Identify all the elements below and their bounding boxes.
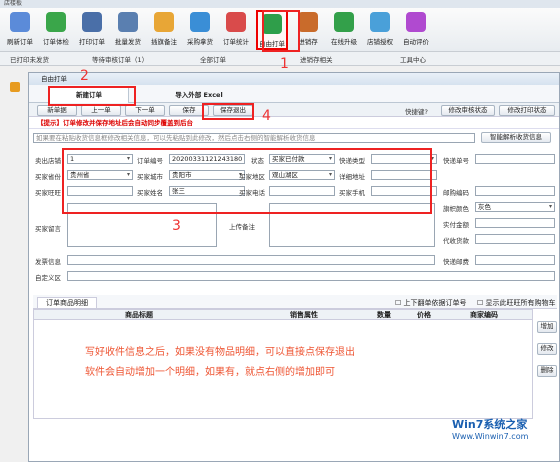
dialog-btn-2[interactable]: 下一单 (125, 105, 165, 116)
toolbar-icon-9 (334, 12, 354, 32)
label-msg: 买家留言 (35, 225, 61, 233)
label-wangwang: 买家旺旺 (35, 189, 61, 197)
detail-bar: 订单商品明细 ☐ 上下翻单依据订单号 ☐ 显示此旺旺所有购物车 (33, 295, 557, 309)
main-tab-1[interactable]: 等待审核订单（1） (92, 54, 148, 66)
toolbar-5[interactable]: 采购拿货 (184, 10, 216, 50)
toolbar-label-4: 插旗备注 (151, 38, 177, 46)
toolbar-10[interactable]: 店铺授权 (364, 10, 396, 50)
input-express_fee[interactable] (475, 255, 555, 265)
toolbar-icon-2 (82, 12, 102, 32)
toolbar-label-3: 批量发货 (115, 38, 141, 46)
toolbar-6[interactable]: 订单统计 (220, 10, 252, 50)
toolbar-label-11: 自动评价 (403, 38, 429, 46)
input-custom[interactable] (67, 271, 555, 281)
tip-text: 【提示】订单修改并保存地址后会自动同步覆盖到后台 (29, 117, 559, 129)
toolbar-icon-4 (154, 12, 174, 32)
window-title: 店楼板 (0, 0, 560, 8)
toolbar-icon-8 (298, 12, 318, 32)
toolbar-label-6: 订单统计 (223, 38, 249, 46)
annotation-2: 2 (80, 68, 89, 84)
toolbar-2[interactable]: 打印订单 (76, 10, 108, 50)
dialog-btn-0[interactable]: 新单据 (37, 105, 77, 116)
toolbar-icon-5 (190, 12, 210, 32)
col-header-4: 商家编码 (470, 311, 498, 319)
smart-parse-button[interactable]: 智能解析收货信息 (481, 132, 551, 143)
label-flag: 旗帜颜色 (443, 205, 469, 213)
label-cod: 代收货款 (443, 237, 469, 245)
dialog-title: 自由打单 (29, 73, 559, 85)
main-tab-2[interactable]: 全部订单 (200, 54, 226, 66)
toolbar-icon-10 (370, 12, 390, 32)
col-header-1: 销售属性 (290, 311, 318, 319)
input-zip[interactable] (475, 186, 555, 196)
toolbar-4[interactable]: 插旗备注 (148, 10, 180, 50)
speaker-icon (10, 82, 20, 92)
check-show-cart-label: 显示此旺旺所有购物车 (485, 299, 556, 307)
tab-order-detail[interactable]: 订单商品明细 (37, 297, 97, 309)
toolbar-label-9: 在线升级 (331, 38, 357, 46)
label-express_no: 快递单号 (443, 157, 469, 165)
watermark-url: Www.Winwin7.com (452, 432, 529, 441)
check-show-cart[interactable]: ☐ 显示此旺旺所有购物车 (477, 298, 556, 308)
toolbar-icon-3 (118, 12, 138, 32)
toolbar-icon-11 (406, 12, 426, 32)
label-custom: 自定义区 (35, 274, 61, 282)
input-invoice[interactable] (67, 255, 435, 265)
col-header-3: 价格 (417, 311, 431, 319)
highlight-save-exit (202, 103, 254, 120)
check-flip-order-label: 上下翻单依据订单号 (403, 299, 467, 307)
label-paid: 实付金额 (443, 221, 469, 229)
watermark: Win7系统之家 Www.Winwin7.com (452, 416, 560, 460)
quick-key-label: 快捷键? (405, 108, 428, 116)
toolbar-11[interactable]: 自动评价 (400, 10, 432, 50)
label-zip: 邮购编码 (443, 189, 469, 197)
label-invoice: 发票信息 (35, 258, 61, 266)
watermark-logo: Win7系统之家 (452, 418, 528, 431)
toolbar-3[interactable]: 批量发货 (112, 10, 144, 50)
main-tab-0[interactable]: 已打印未发货 (10, 54, 49, 66)
input-express_no[interactable] (475, 154, 555, 164)
modify-audit-button[interactable]: 修改审核状态 (441, 105, 495, 116)
toolbar-icon-0 (10, 12, 30, 32)
paste-hint-input[interactable]: 如果要在粘贴收货信息框修改相关信息，可以先粘贴到此修改，然后点击右侧的智能解析收… (33, 133, 475, 143)
annotation-3: 3 (172, 218, 181, 234)
free-print-dialog: 自由打单 新建订单 导入外部 Excel 快捷键? 修改审核状态 修改打印状态 … (28, 72, 560, 462)
modify-print-button[interactable]: 修改打印状态 (499, 105, 555, 116)
main-tab-3[interactable]: 进销存相关 (300, 54, 333, 66)
toolbar-0[interactable]: 刷新订单 (4, 10, 36, 50)
note-line-1: 写好收件信息之后，如果没有物品明细，可以直接点保存退出 (85, 347, 355, 358)
input-flag[interactable]: 灰色 (475, 202, 555, 212)
input-cod[interactable] (475, 234, 555, 244)
toolbar-9[interactable]: 在线升级 (328, 10, 360, 50)
toolbar-icon-6 (226, 12, 246, 32)
toolbar-label-2: 打印订单 (79, 38, 105, 46)
input-paid[interactable] (475, 218, 555, 228)
label-shop: 卖出店铺 (35, 157, 61, 165)
annotation-1: 1 (280, 56, 289, 72)
toolbar-icon-1 (46, 12, 66, 32)
main-tab-4[interactable]: 工具中心 (400, 54, 426, 66)
toolbar-1[interactable]: 订单体检 (40, 10, 72, 50)
side-btn-0[interactable]: 增加 (537, 321, 557, 333)
side-btn-2[interactable]: 删除 (537, 365, 557, 377)
highlight-free-print (262, 10, 300, 52)
note-line-2: 软件会自动增加一个明细，如果有，就点右侧的增加即可 (85, 367, 335, 378)
label-upload: 上传备注 (229, 223, 255, 231)
toolbar-label-8: 进销存 (298, 38, 318, 46)
toolbar-label-1: 订单体检 (43, 38, 69, 46)
side-btn-1[interactable]: 修改 (537, 343, 557, 355)
tab-import-excel[interactable]: 导入外部 Excel (159, 89, 239, 99)
label-express_fee: 快递邮费 (443, 258, 469, 266)
toolbar-label-0: 刷新订单 (7, 38, 33, 46)
annotation-4: 4 (262, 108, 271, 124)
col-header-2: 数量 (377, 311, 391, 319)
toolbar-label-5: 采购拿货 (187, 38, 213, 46)
highlight-form (62, 148, 432, 214)
toolbar-label-10: 店铺授权 (367, 38, 393, 46)
dialog-btn-1[interactable]: 上一单 (81, 105, 121, 116)
col-header-0: 商品标题 (125, 311, 153, 319)
highlight-new-order (48, 86, 136, 106)
check-flip-order[interactable]: ☐ 上下翻单依据订单号 (395, 298, 467, 308)
label-province: 买家省份 (35, 173, 61, 181)
